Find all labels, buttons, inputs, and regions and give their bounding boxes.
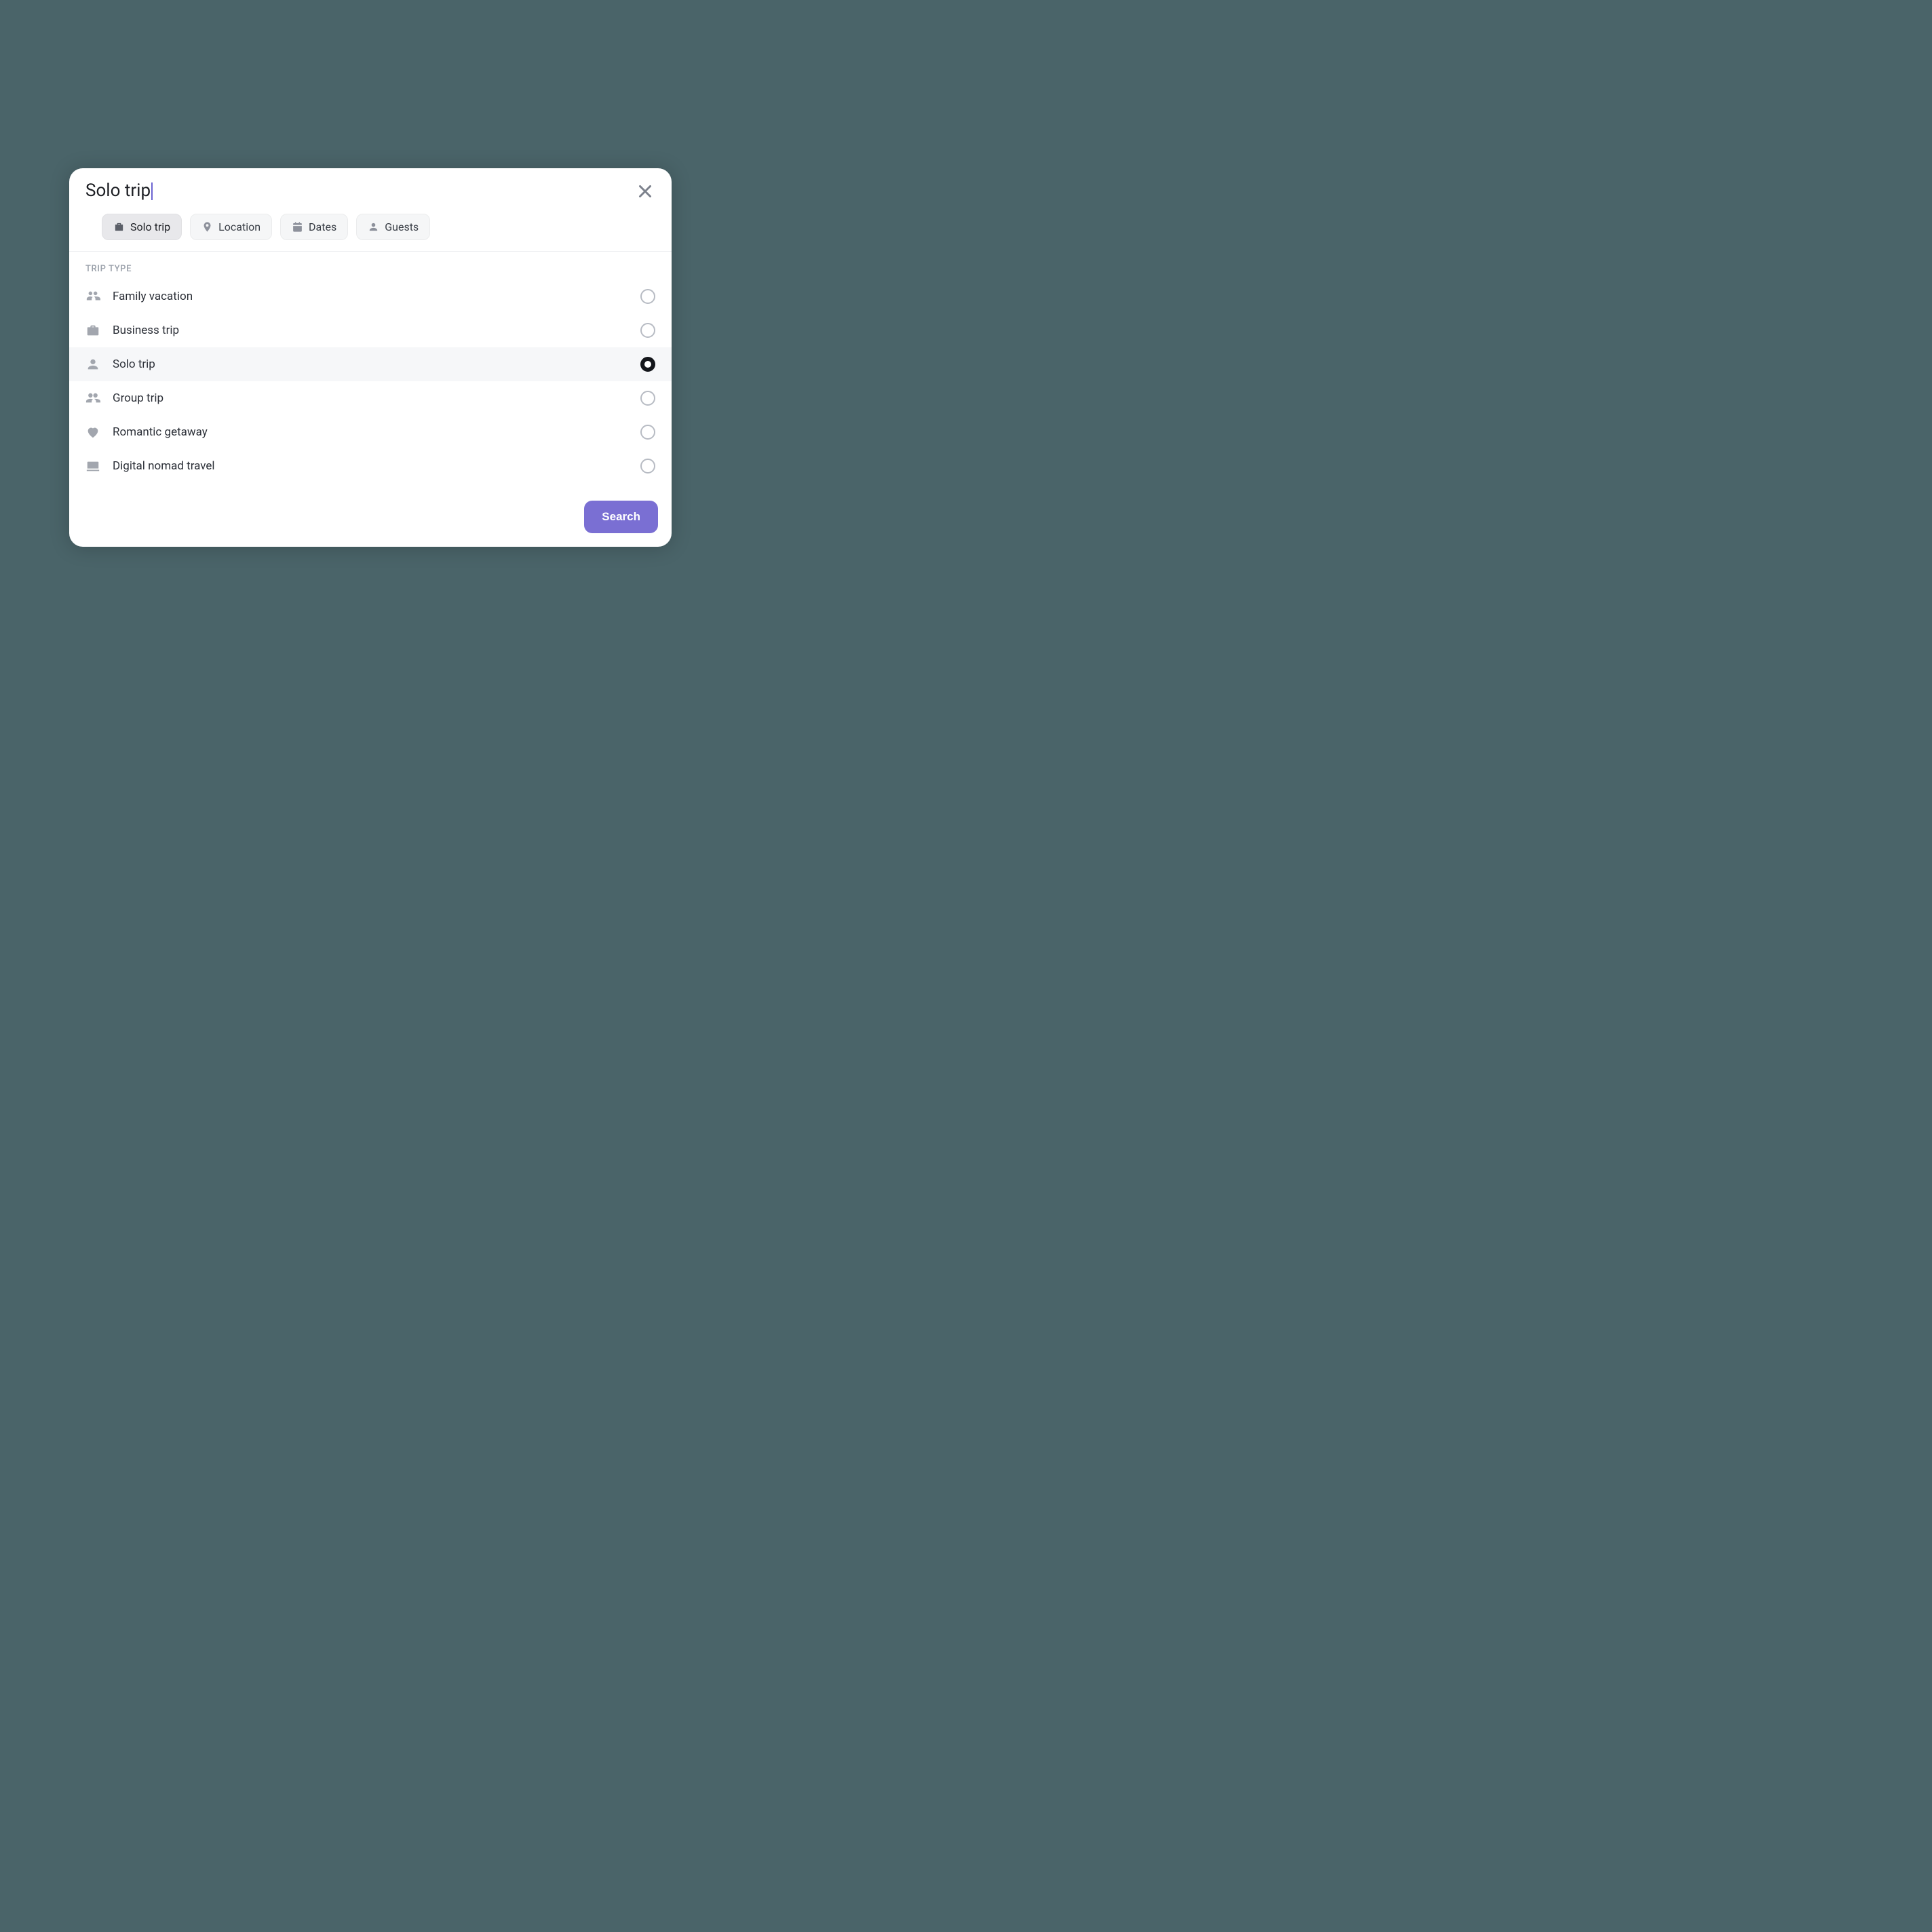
option-romantic-getaway[interactable]: Romantic getaway (69, 415, 672, 449)
option-group-trip[interactable]: Group trip (69, 381, 672, 415)
group-icon (85, 391, 100, 406)
chip-location[interactable]: Location (190, 214, 272, 240)
option-digital-nomad[interactable]: Digital nomad travel (69, 449, 672, 483)
trip-type-section: TRIP TYPE Family vacation Business trip … (69, 252, 672, 483)
option-label: Digital nomad travel (113, 459, 215, 473)
family-icon (85, 289, 100, 304)
calendar-icon (292, 221, 303, 233)
chip-guests[interactable]: Guests (356, 214, 430, 240)
suitcase-icon (113, 221, 125, 233)
person-icon (368, 221, 379, 233)
chip-row: Solo trip Location Dates Guests (85, 201, 655, 251)
radio-checked[interactable] (640, 357, 655, 372)
option-solo-trip[interactable]: Solo trip (69, 347, 672, 381)
close-icon (635, 181, 655, 201)
radio-unchecked[interactable] (640, 459, 655, 474)
radio-unchecked[interactable] (640, 391, 655, 406)
search-input-value: Solo trip (85, 180, 151, 201)
section-title: TRIP TYPE (69, 264, 672, 279)
option-label: Family vacation (113, 290, 193, 303)
option-label: Business trip (113, 324, 179, 337)
chip-solo-trip[interactable]: Solo trip (102, 214, 182, 240)
chip-label: Solo trip (130, 220, 170, 233)
option-label: Solo trip (113, 358, 155, 371)
radio-unchecked[interactable] (640, 323, 655, 338)
chip-dates[interactable]: Dates (280, 214, 348, 240)
modal-header: Solo trip Solo trip Location Dates (69, 168, 672, 251)
search-input[interactable]: Solo trip (85, 180, 153, 201)
chip-label: Location (218, 220, 260, 233)
search-button[interactable]: Search (584, 501, 658, 533)
briefcase-icon (85, 323, 100, 338)
close-button[interactable] (635, 181, 655, 201)
text-caret (151, 182, 153, 200)
search-modal: Solo trip Solo trip Location Dates (69, 168, 672, 547)
pin-icon (201, 221, 213, 233)
heart-icon (85, 425, 100, 440)
option-family-vacation[interactable]: Family vacation (69, 279, 672, 313)
person-icon (85, 357, 100, 372)
laptop-icon (85, 459, 100, 474)
chip-label: Guests (385, 220, 419, 233)
radio-unchecked[interactable] (640, 425, 655, 440)
chip-label: Dates (309, 220, 336, 233)
radio-unchecked[interactable] (640, 289, 655, 304)
option-business-trip[interactable]: Business trip (69, 313, 672, 347)
modal-footer: Search (69, 483, 672, 533)
option-label: Group trip (113, 391, 163, 405)
option-label: Romantic getaway (113, 425, 208, 439)
